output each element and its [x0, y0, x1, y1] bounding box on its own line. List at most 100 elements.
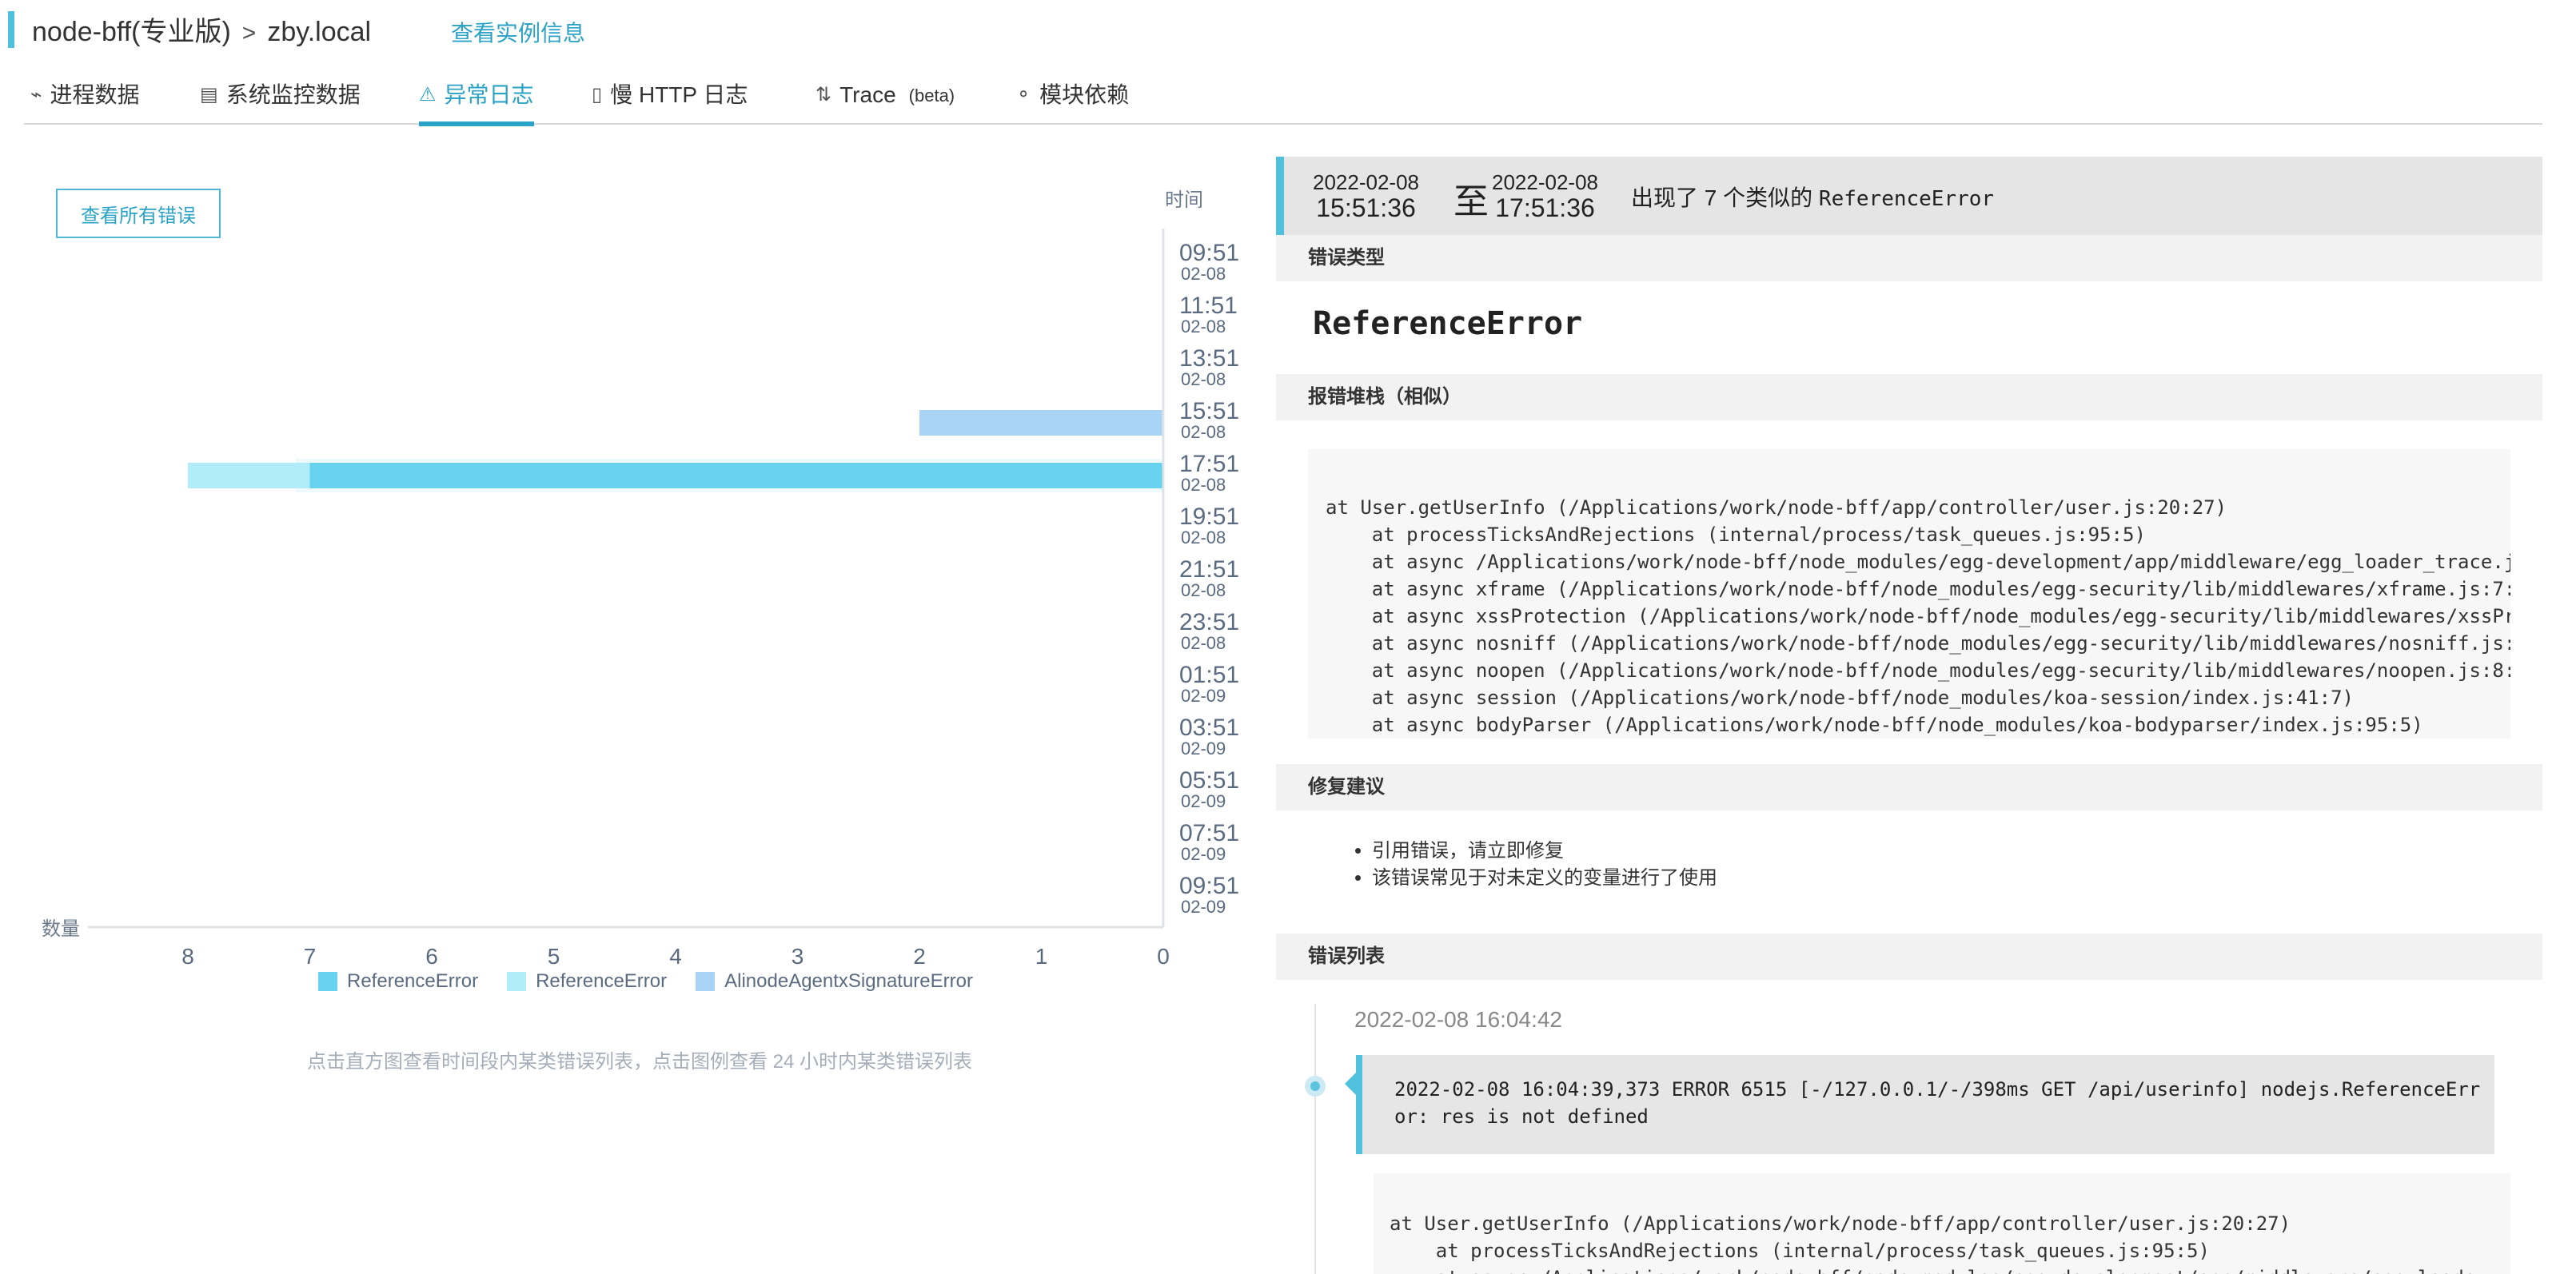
chart-bar[interactable]: [919, 410, 1163, 436]
view-all-errors-button[interactable]: 查看所有错误: [56, 189, 221, 238]
x-axis-label: 数量: [42, 918, 80, 940]
legend-item[interactable]: AlinodeAgentxSignatureError: [696, 970, 973, 993]
error-entry-stack-box: at User.getUserInfo (/Applications/work/…: [1374, 1173, 2510, 1274]
y-tick-time: 21:51: [1179, 556, 1239, 583]
error-entry-message: 2022-02-08 16:04:39,373 ERROR 6515 [-/12…: [1394, 1078, 2481, 1128]
legend-label: AlinodeAgentxSignatureError: [724, 970, 973, 992]
y-tick-date: 02-08: [1181, 422, 1226, 442]
fix-suggestion-list: 引用错误，请立即修复该错误常见于对未定义的变量进行了使用: [1372, 838, 1717, 892]
range-start-date: 2022-02-08: [1313, 170, 1419, 194]
section-error-list: 错误列表: [1276, 934, 2542, 980]
legend-swatch: [507, 972, 527, 991]
tab-0[interactable]: ⌁ 进程数据: [30, 82, 139, 125]
x-tick-label: 2: [913, 944, 926, 969]
legend-label: ReferenceError: [347, 970, 479, 992]
tab-1[interactable]: ▤ 系统监控数据: [200, 82, 361, 125]
error-type-value: ReferenceError: [1313, 305, 1583, 342]
y-tick-date: 02-08: [1181, 475, 1226, 495]
y-tick-time: 23:51: [1179, 609, 1239, 635]
stack-trace-box: at User.getUserInfo (/Applications/work/…: [1308, 449, 2510, 739]
range-start-time: 15:51:36: [1316, 193, 1416, 222]
range-end-time: 17:51:36: [1495, 193, 1595, 222]
tab-3[interactable]: ▯ 慢 HTTP 日志: [592, 82, 748, 125]
x-tick-label: 7: [304, 944, 317, 969]
chart-hint-text: 点击直方图查看时间段内某类错误列表，点击图例查看 24 小时内某类错误列表: [307, 1051, 973, 1073]
y-tick-date: 02-09: [1181, 791, 1226, 811]
section-error-type: 错误类型: [1276, 235, 2542, 281]
error-entry-stack-text: at User.getUserInfo (/Applications/work/…: [1390, 1212, 2475, 1274]
x-tick-label: 6: [425, 944, 438, 969]
y-tick-time: 13:51: [1179, 345, 1239, 372]
y-tick-date: 02-09: [1181, 844, 1226, 864]
x-tick-label: 8: [181, 944, 194, 969]
range-to-label: 至: [1453, 182, 1489, 221]
header-accent-bar: [8, 11, 14, 48]
y-tick-date: 02-08: [1181, 580, 1226, 600]
tab-5[interactable]: ⚬ 模块依赖: [1015, 82, 1129, 125]
y-tick-date: 02-08: [1181, 633, 1226, 653]
tab-label: 模块依赖: [1039, 82, 1130, 107]
error-chart-panel: 时间 数量 09:51 02-08 11:51 02-08 13:51 02-08 15:51 0…: [24, 152, 1255, 1111]
error-entry-message-box[interactable]: 2022-02-08 16:04:39,373 ERROR 6515 [-/12…: [1345, 1055, 2494, 1154]
chart-bar[interactable]: [188, 463, 310, 488]
section-stack: 报错堆栈（相似）: [1276, 374, 2542, 420]
x-tick-label: 5: [548, 944, 560, 969]
legend-label: ReferenceError: [536, 970, 668, 992]
range-start: 2022-02-08 15:51:36: [1313, 171, 1419, 222]
error-histogram-chart: 时间数量09:5102-0811:5102-0813:5102-0815:510…: [42, 189, 1239, 969]
stack-trace-text: at User.getUserInfo (/Applications/work/…: [1326, 496, 2510, 736]
tab-beta-badge: (beta): [908, 86, 955, 106]
section-fix: 修复建议: [1276, 764, 2542, 810]
tab-label: Trace: [839, 82, 896, 107]
clipboard-icon: ▯: [592, 84, 603, 106]
tab-label: 系统监控数据: [225, 82, 361, 107]
error-entry-time: 2022-02-08 16:04:42: [1354, 1007, 1562, 1032]
chart-bar[interactable]: [309, 463, 1164, 488]
timeline-dot: [1305, 1076, 1326, 1097]
x-tick-label: 3: [792, 944, 804, 969]
x-tick-label: 0: [1157, 944, 1170, 969]
error-detail-panel: 2022-02-08 15:51:36 至 2022-02-08 17:51:3…: [1276, 157, 2542, 1274]
summary-text: 出现了 7 个类似的 ReferenceError: [1631, 181, 1994, 213]
y-tick-date: 02-08: [1181, 264, 1226, 284]
tab-bar: ⌁ 进程数据 ▤ 系统监控数据 ⚠ 异常日志 ▯ 慢 HTTP 日志 ⇅ Trace (beta) ⚬…: [24, 77, 2542, 126]
y-tick-date: 02-09: [1181, 897, 1226, 917]
legend-item[interactable]: ReferenceError: [507, 970, 667, 993]
tab-2[interactable]: ⚠ 异常日志: [419, 82, 534, 126]
y-tick-time: 09:51: [1179, 240, 1239, 266]
summary-error-name: ReferenceError: [1818, 187, 1995, 211]
tab-label: 慢 HTTP 日志: [610, 82, 748, 107]
pulse-icon: ⌁: [30, 84, 42, 106]
y-tick-time: 07:51: [1179, 820, 1239, 846]
tab-4[interactable]: ⇅ Trace (beta): [815, 82, 955, 125]
y-tick-time: 09:51: [1179, 873, 1239, 899]
y-tick-date: 02-08: [1181, 528, 1226, 547]
breadcrumb-separator: >: [241, 20, 257, 46]
y-tick-time: 05:51: [1179, 767, 1239, 794]
summary-prefix: 出现了 7 个类似的: [1631, 185, 1813, 210]
tab-label: 进程数据: [50, 82, 140, 107]
y-tick-time: 11:51: [1179, 293, 1238, 319]
range-end: 2022-02-08 17:51:36: [1492, 171, 1598, 222]
legend-swatch: [696, 972, 716, 991]
y-tick-time: 01:51: [1179, 662, 1239, 688]
view-instance-link[interactable]: 查看实例信息: [451, 16, 585, 48]
modules-icon: ⚬: [1015, 84, 1032, 106]
legend-swatch: [318, 972, 337, 991]
y-tick-date: 02-09: [1181, 739, 1226, 758]
y-tick-date: 02-09: [1181, 686, 1226, 706]
y-tick-time: 15:51: [1179, 398, 1239, 424]
warning-icon: ⚠: [419, 84, 437, 106]
legend-item[interactable]: ReferenceError: [318, 970, 478, 993]
fix-suggestion-item: 引用错误，请立即修复: [1372, 838, 1717, 865]
trace-icon: ⇅: [815, 84, 832, 106]
y-tick-date: 02-08: [1181, 369, 1226, 389]
error-summary-bar: 2022-02-08 15:51:36 至 2022-02-08 17:51:3…: [1276, 157, 2542, 235]
app-name: node-bff(专业版): [32, 17, 231, 47]
timeline-line: [1314, 1004, 1316, 1274]
fix-suggestion-item: 该错误常见于对未定义的变量进行了使用: [1372, 865, 1717, 892]
tab-label: 异常日志: [444, 82, 534, 107]
range-end-date: 2022-02-08: [1492, 170, 1598, 194]
host-name: zby.local: [267, 17, 372, 47]
x-tick-label: 1: [1035, 944, 1048, 969]
